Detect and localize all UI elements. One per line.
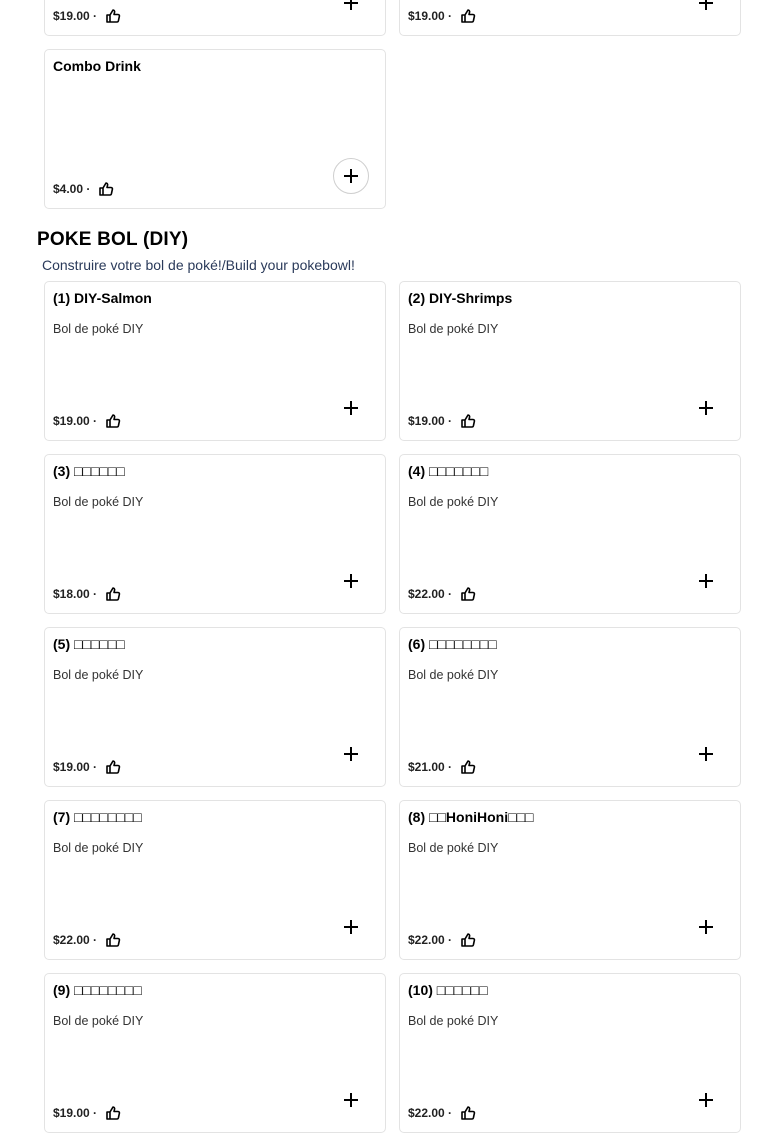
item-price: $19.00 · [53, 1106, 98, 1120]
menu-item-card[interactable]: (10) □□□□□□ Bol de poké DIY $22.00 · [399, 973, 741, 1133]
item-name: (6) □□□□□□□□ [408, 636, 497, 652]
thumbs-up-icon[interactable] [460, 413, 476, 429]
menu-item-card[interactable]: $19.00 · [399, 0, 741, 36]
item-price: $22.00 · [408, 587, 453, 601]
item-name: (7) □□□□□□□□ [53, 809, 142, 825]
add-to-cart-button[interactable] [333, 1082, 369, 1118]
add-to-cart-button[interactable] [688, 909, 724, 945]
item-name: (4) □□□□□□□ [408, 463, 489, 479]
menu-item-card[interactable]: (9) □□□□□□□□ Bol de poké DIY $19.00 · [44, 973, 386, 1133]
menu-item-card[interactable]: (7) □□□□□□□□ Bol de poké DIY $22.00 · [44, 800, 386, 960]
thumbs-up-icon[interactable] [105, 586, 121, 602]
add-to-cart-button[interactable] [333, 736, 369, 772]
item-name: (2) DIY-Shrimps [408, 290, 513, 306]
thumbs-up-icon[interactable] [460, 1105, 476, 1121]
plus-icon [699, 1093, 713, 1107]
plus-icon [344, 0, 358, 10]
menu-item-card[interactable]: Combo Drink $4.00 · [44, 49, 386, 209]
item-price: $22.00 · [408, 933, 453, 947]
plus-icon [699, 0, 713, 10]
item-price: $19.00 · [53, 760, 98, 774]
thumbs-up-icon[interactable] [460, 932, 476, 948]
item-description: Bol de poké DIY [53, 668, 144, 682]
item-description: Bol de poké DIY [408, 322, 499, 336]
plus-icon [344, 1093, 358, 1107]
item-description: Bol de poké DIY [53, 1014, 144, 1028]
thumbs-up-icon[interactable] [105, 8, 121, 24]
menu-item-card[interactable]: (5) □□□□□□ Bol de poké DIY $19.00 · [44, 627, 386, 787]
item-name: (9) □□□□□□□□ [53, 982, 142, 998]
section-description: Construire votre bol de poké!/Build your… [42, 257, 355, 273]
item-description: Bol de poké DIY [408, 668, 499, 682]
thumbs-up-icon[interactable] [460, 8, 476, 24]
add-to-cart-button[interactable] [688, 736, 724, 772]
item-price: $19.00 · [408, 414, 453, 428]
item-description: Bol de poké DIY [53, 841, 144, 855]
menu-item-card[interactable]: (1) DIY-Salmon Bol de poké DIY $19.00 · [44, 281, 386, 441]
add-to-cart-button[interactable] [688, 563, 724, 599]
add-to-cart-button[interactable] [333, 909, 369, 945]
add-to-cart-button[interactable] [688, 1082, 724, 1118]
item-name: (10) □□□□□□ [408, 982, 488, 998]
item-price: $18.00 · [53, 587, 98, 601]
item-description: Bol de poké DIY [53, 322, 144, 336]
menu-item-card[interactable]: (4) □□□□□□□ Bol de poké DIY $22.00 · [399, 454, 741, 614]
item-price: $4.00 · [53, 182, 91, 196]
item-description: Bol de poké DIY [408, 841, 499, 855]
add-to-cart-button[interactable] [333, 158, 369, 194]
item-name: Combo Drink [53, 58, 141, 74]
menu-item-card[interactable]: $19.00 · [44, 0, 386, 36]
plus-icon [699, 401, 713, 415]
item-price: $21.00 · [408, 760, 453, 774]
item-name: (5) □□□□□□ [53, 636, 125, 652]
thumbs-up-icon[interactable] [98, 181, 114, 197]
item-name: (1) DIY-Salmon [53, 290, 152, 306]
item-price: $22.00 · [53, 933, 98, 947]
item-description: Bol de poké DIY [408, 1014, 499, 1028]
plus-icon [344, 574, 358, 588]
item-price: $19.00 · [53, 9, 98, 23]
plus-icon [344, 169, 358, 183]
menu-item-card[interactable]: (8) □□HoniHoni□□□ Bol de poké DIY $22.00 · [399, 800, 741, 960]
item-price: $22.00 · [408, 1106, 453, 1120]
plus-icon [344, 747, 358, 761]
section-title: POKE BOL (DIY) [37, 229, 189, 250]
thumbs-up-icon[interactable] [460, 759, 476, 775]
plus-icon [699, 920, 713, 934]
menu-item-card[interactable]: (6) □□□□□□□□ Bol de poké DIY $21.00 · [399, 627, 741, 787]
thumbs-up-icon[interactable] [105, 759, 121, 775]
item-description: Bol de poké DIY [408, 495, 499, 509]
item-price: $19.00 · [53, 414, 98, 428]
thumbs-up-icon[interactable] [105, 932, 121, 948]
add-to-cart-button[interactable] [333, 390, 369, 426]
plus-icon [699, 574, 713, 588]
item-price: $19.00 · [408, 9, 453, 23]
plus-icon [699, 747, 713, 761]
item-name: (3) □□□□□□ [53, 463, 125, 479]
add-to-cart-button[interactable] [688, 390, 724, 426]
plus-icon [344, 920, 358, 934]
menu-item-card[interactable]: (2) DIY-Shrimps Bol de poké DIY $19.00 · [399, 281, 741, 441]
add-to-cart-button[interactable] [688, 0, 724, 21]
thumbs-up-icon[interactable] [105, 1105, 121, 1121]
menu-item-card[interactable]: (3) □□□□□□ Bol de poké DIY $18.00 · [44, 454, 386, 614]
item-name: (8) □□HoniHoni□□□ [408, 809, 534, 825]
thumbs-up-icon[interactable] [460, 586, 476, 602]
item-description: Bol de poké DIY [53, 495, 144, 509]
add-to-cart-button[interactable] [333, 563, 369, 599]
plus-icon [344, 401, 358, 415]
add-to-cart-button[interactable] [333, 0, 369, 21]
thumbs-up-icon[interactable] [105, 413, 121, 429]
